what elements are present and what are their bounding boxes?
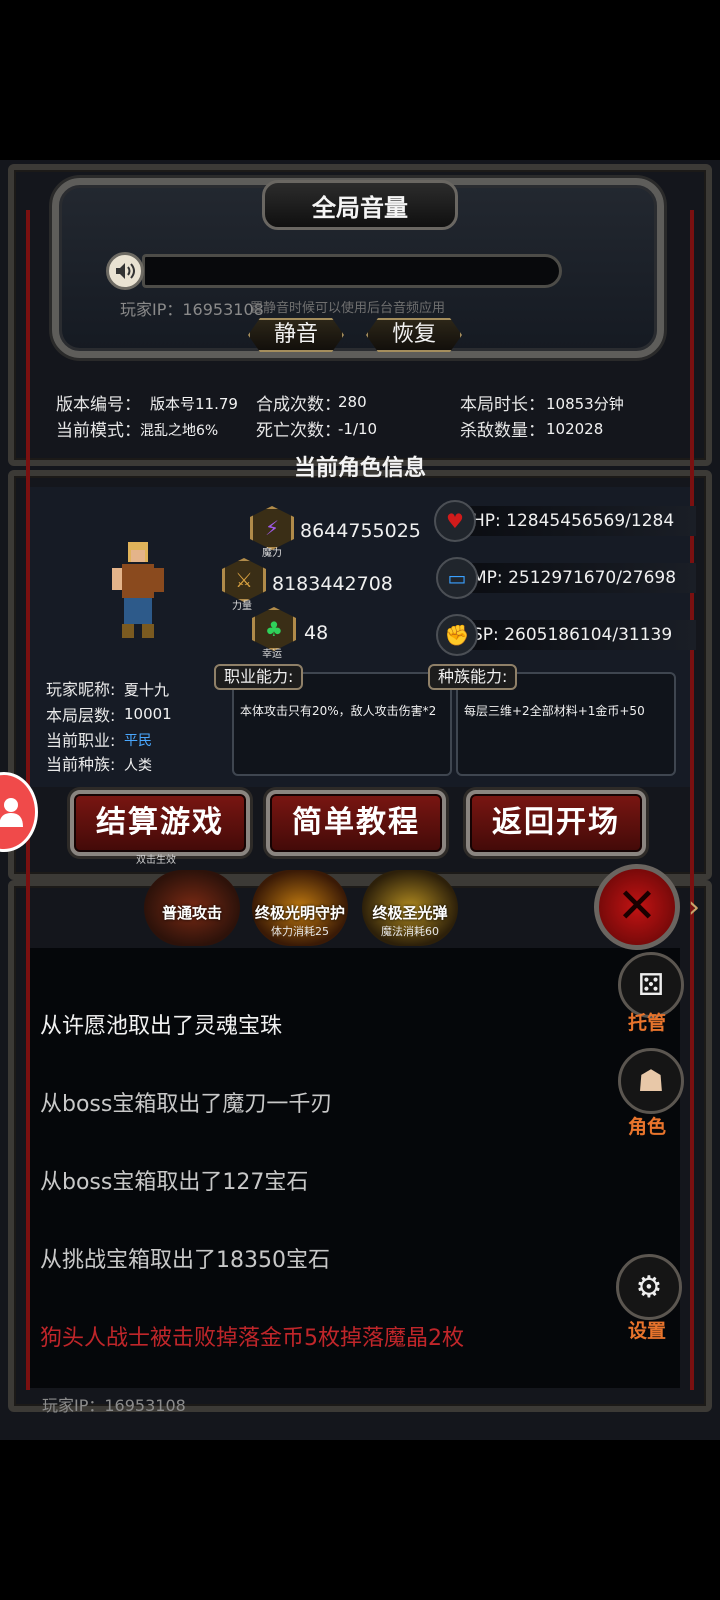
race-ability-text: 每层三维+2全部材料+1金币+50 — [464, 704, 645, 718]
section-title: 当前角色信息 — [293, 456, 426, 481]
hp-label: HP: — [472, 511, 501, 531]
skill-name: 终极光明守护 — [254, 904, 345, 922]
nickname-label: 玩家昵称: — [46, 680, 116, 699]
settle-subtext: 双击生效 — [136, 855, 176, 866]
floor-value: 10001 — [124, 705, 172, 723]
speaker-icon[interactable] — [106, 252, 144, 290]
class-ability-tag: 职业能力: — [214, 664, 304, 690]
close-icon[interactable]: ✕ — [594, 864, 680, 950]
character-label[interactable]: 角色 — [628, 1112, 666, 1139]
class-value: 平民 — [124, 733, 152, 749]
mode-value: 混乱之地6% — [140, 423, 219, 439]
volume-slider[interactable] — [142, 254, 562, 288]
magic-label: 魔力 — [262, 548, 282, 559]
log-line: 从boss宝箱取出了127宝石 — [40, 1170, 309, 1195]
sp-value: 2605186104/31139 — [504, 625, 673, 645]
mp-bar: MP: 2512971670/27698 — [466, 563, 696, 593]
race-label: 当前种族: — [46, 755, 116, 774]
strength-label: 力量 — [232, 601, 252, 612]
gear-icon[interactable]: ⚙ — [616, 1254, 682, 1320]
version-value: 版本号11.79 — [150, 395, 238, 413]
tutorial-button[interactable]: 简单教程 — [266, 790, 446, 856]
floor-label: 本局层数: — [46, 706, 116, 725]
muscle-icon: ✊ — [436, 614, 478, 656]
character-sprite — [104, 540, 170, 644]
hp-bar: HP: 12845456569/1284 — [466, 506, 696, 536]
death-value: -1/10 — [338, 420, 378, 438]
kills-value: 102028 — [546, 420, 604, 438]
log-line: 从许愿池取出了灵魂宝珠 — [40, 1014, 283, 1039]
time-label: 本局时长： — [460, 395, 545, 415]
magic-value: 8644755025 — [300, 520, 421, 542]
synth-label: 合成次数： — [256, 395, 341, 415]
mode-label: 当前模式： — [56, 421, 141, 441]
hp-value: 12845456569/1284 — [506, 511, 675, 531]
skill-normal-attack[interactable]: 普通攻击 — [144, 870, 240, 946]
log-line: 从挑战宝箱取出了18350宝石 — [40, 1248, 330, 1273]
heart-icon: ♥ — [434, 500, 476, 542]
skill-light-guard[interactable]: 终极光明守护 体力消耗25 — [252, 870, 348, 946]
auto-label[interactable]: 托管 — [628, 1008, 666, 1035]
version-label: 版本编号： — [56, 395, 141, 415]
log-line: 狗头人战士被击败掉落金币5枚掉落魔晶2枚 — [40, 1326, 464, 1351]
nickname-value: 夏十九 — [124, 681, 170, 699]
settle-game-button[interactable]: 结算游戏 — [70, 790, 250, 856]
luck-label: 幸运 — [262, 649, 282, 660]
bottom-ip-text: 玩家IP：16953108 — [42, 1396, 186, 1415]
class-ability-text: 本体攻击只有20%，敌人攻击伤害*2 — [240, 704, 437, 718]
mana-icon: ▭ — [436, 557, 478, 599]
skill-name: 终极圣光弹 — [372, 904, 448, 922]
skill-cost: 体力消耗25 — [271, 925, 329, 938]
class-label: 当前职业: — [46, 731, 116, 750]
hooded-character-icon[interactable]: ☗ — [618, 1048, 684, 1114]
sp-bar: SP: 2605186104/31139 — [466, 620, 696, 650]
settings-label[interactable]: 设置 — [628, 1316, 666, 1343]
synth-value: 280 — [338, 393, 367, 411]
volume-hint: 置静音时候可以使用后台音频应用 — [250, 301, 446, 316]
strength-value: 8183442708 — [272, 573, 393, 595]
right-red-trim — [690, 210, 694, 1390]
log-line: 从boss宝箱取出了魔刀一千刃 — [40, 1092, 333, 1117]
luck-value: 48 — [304, 622, 329, 644]
mp-value: 2512971670/27698 — [508, 568, 677, 588]
race-ability-tag: 种族能力: — [428, 664, 518, 690]
death-label: 死亡次数： — [256, 421, 341, 441]
time-value: 10853分钟 — [546, 395, 624, 413]
restore-button[interactable]: 恢复 — [366, 318, 462, 352]
mute-button[interactable]: 静音 — [248, 318, 344, 352]
skill-cost: 魔法消耗60 — [381, 925, 439, 938]
back-to-start-button[interactable]: 返回开场 — [466, 790, 646, 856]
skill-holy-bullet[interactable]: 终极圣光弹 魔法消耗60 — [362, 870, 458, 946]
skill-name: 普通攻击 — [161, 904, 222, 922]
volume-title: 全局音量 — [312, 194, 408, 222]
chevron-right-icon[interactable]: › — [688, 890, 700, 925]
volume-ip-text: 玩家IP：16953108 — [120, 300, 264, 319]
race-value: 人类 — [124, 758, 152, 774]
kills-label: 杀敌数量： — [460, 421, 545, 441]
